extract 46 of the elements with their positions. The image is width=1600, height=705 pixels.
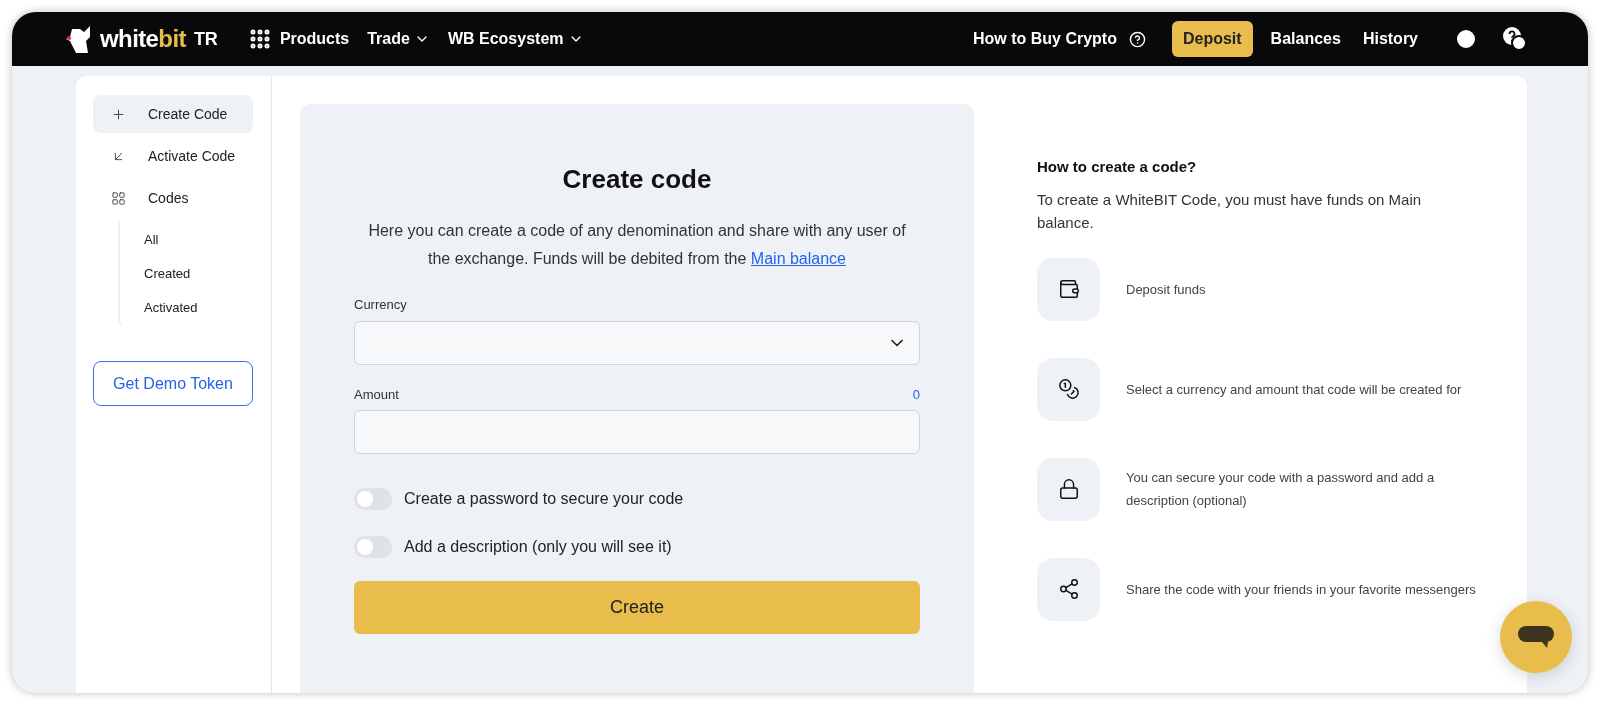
form-description: Here you can create a code of any denomination and share with any user of the exchange. Funds will be debited from the Main balance xyxy=(367,221,907,269)
nav-link[interactable]: History xyxy=(1362,27,1418,51)
products-menu[interactable]: Products xyxy=(247,27,350,51)
sidebar-subitem[interactable]: Created xyxy=(144,257,253,291)
sidebar-item[interactable]: Create Code xyxy=(93,95,253,133)
sidebar-item[interactable]: Codes xyxy=(93,179,253,217)
main-balance-link[interactable]: Main balance xyxy=(750,250,846,267)
info-subtitle: To create a WhiteBIT Code, you must have funds on Main balance. xyxy=(1037,189,1423,233)
help-link[interactable]: How to Buy Crypto xyxy=(972,27,1146,51)
toggle-switch[interactable] xyxy=(354,536,392,558)
currency-label: Currency xyxy=(354,296,408,314)
amount-label: Amount xyxy=(354,385,399,404)
logo-text: whitebit xyxy=(100,24,186,54)
chat-bubble-icon xyxy=(1518,624,1554,650)
demo-token-button[interactable]: Get Demo Token xyxy=(93,361,253,406)
logo-suffix: TR xyxy=(193,27,218,51)
step-text: You can secure your code with a password and add a description (optional) xyxy=(1126,469,1436,510)
info-title: How to create a code? xyxy=(1037,157,1198,177)
plus-icon xyxy=(111,106,126,122)
step-text: Share the code with your friends in your favorite messengers xyxy=(1126,580,1476,599)
toggle-label: Add a description (only you will see it) xyxy=(404,537,672,557)
chat-button[interactable] xyxy=(1500,601,1572,673)
lock-icon xyxy=(1057,478,1080,500)
support-chat-icon[interactable] xyxy=(1502,26,1528,52)
step-text: Select a currency and amount that code will be created for xyxy=(1126,380,1463,399)
amount-field[interactable] xyxy=(354,410,920,454)
nav-link[interactable]: Balances xyxy=(1270,27,1341,51)
sidebar-item[interactable]: Activate Code xyxy=(93,137,253,175)
step-text: Deposit funds xyxy=(1126,280,1207,299)
deposit-button[interactable]: Deposit xyxy=(1171,21,1253,57)
sidebar-subitem[interactable]: All xyxy=(144,223,253,257)
share-icon xyxy=(1057,578,1080,600)
wallet-icon xyxy=(1057,278,1080,300)
coins-icon xyxy=(1057,378,1080,400)
nav-dropdown[interactable]: Trade xyxy=(367,27,430,51)
toggle-switch[interactable] xyxy=(354,488,392,510)
form-title: Create code xyxy=(561,163,713,196)
grid-icon xyxy=(111,190,126,206)
nav-dropdown[interactable]: WB Ecosystem xyxy=(447,27,584,51)
logo[interactable]: whitebit TR xyxy=(66,21,218,57)
available-amount: 0 xyxy=(912,385,920,404)
toggle-label: Create a password to secure your code xyxy=(404,489,684,509)
currency-select[interactable] xyxy=(354,320,920,365)
create-button[interactable]: Create xyxy=(354,581,920,634)
help-icon xyxy=(1128,30,1146,48)
sidebar-subitem[interactable]: Activated xyxy=(144,291,253,325)
